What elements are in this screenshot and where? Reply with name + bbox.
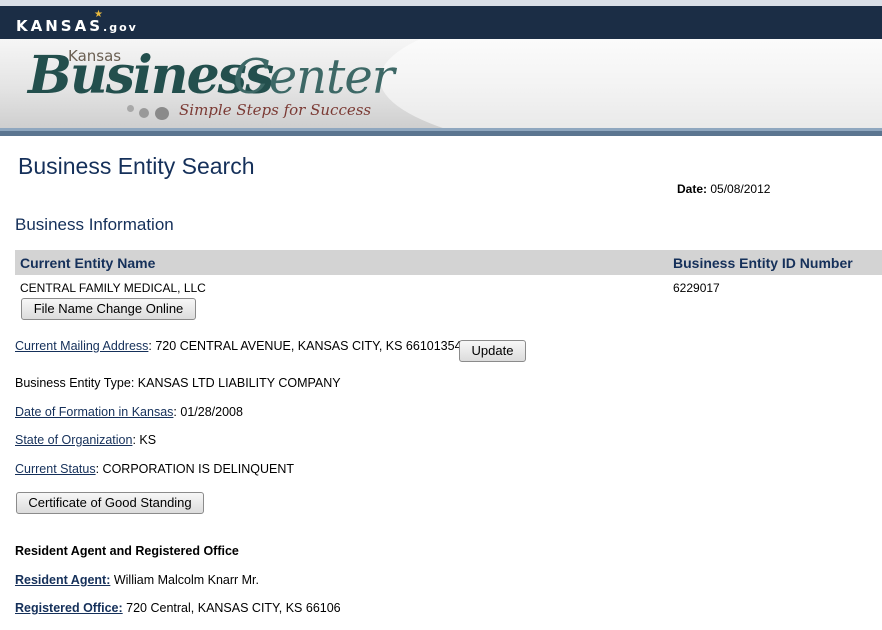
page-title: Business Entity Search: [18, 153, 255, 179]
decorative-dot: [155, 107, 169, 120]
state-of-organization-link[interactable]: State of Organization: [15, 433, 132, 447]
formation-date-value: 01/28/2008: [180, 405, 243, 419]
resident-agent-value: William Malcolm Knarr Mr.: [113, 573, 260, 587]
registered-office-link[interactable]: Registered Office:: [15, 601, 123, 615]
mailing-address-value: 720 CENTRAL AVENUE, KANSAS CITY, KS 6610…: [155, 339, 469, 353]
resident-agent-row: Resident Agent: William Malcolm Knarr Mr…: [15, 573, 259, 587]
separator: :: [95, 462, 103, 476]
banner-bottom-bar: [0, 128, 882, 136]
registered-office-row: Registered Office: 720 Central, KANSAS C…: [15, 601, 341, 615]
mailing-address-row: Current Mailing Address: 720 CENTRAL AVE…: [15, 339, 468, 353]
column-header-entity-id: Business Entity ID Number: [673, 255, 853, 271]
kansas-gov-logo[interactable]: KANSAS.gov ★: [16, 9, 138, 35]
current-status-link[interactable]: Current Status: [15, 462, 96, 476]
date-label: Date:: [677, 182, 708, 196]
banner-center: Center: [233, 49, 395, 105]
logo-text: KANSAS: [16, 17, 104, 35]
column-header-entity-name: Current Entity Name: [20, 255, 156, 271]
entity-type-row: Business Entity Type: KANSAS LTD LIABILI…: [15, 376, 341, 390]
separator: :: [130, 376, 138, 390]
agent-section-title: Resident Agent and Registered Office: [15, 544, 239, 558]
kansas-gov-bar: KANSAS.gov ★: [0, 6, 882, 39]
certificate-good-standing-button[interactable]: Certificate of Good Standing: [16, 492, 204, 514]
entity-type-value: KANSAS LTD LIABILITY COMPANY: [137, 376, 341, 390]
section-title: Business Information: [15, 215, 174, 234]
file-name-change-button[interactable]: File Name Change Online: [21, 298, 196, 320]
report-date: Date: 05/08/2012: [677, 182, 770, 196]
entity-type-label: Business Entity Type: [15, 376, 131, 390]
table-header: Current Entity Name Business Entity ID N…: [15, 250, 882, 275]
registered-office-value: 720 Central, KANSAS CITY, KS 66106: [126, 601, 341, 615]
formation-date-row: Date of Formation in Kansas: 01/28/2008: [15, 405, 243, 419]
resident-agent-link[interactable]: Resident Agent:: [15, 573, 110, 587]
state-value: KS: [139, 433, 157, 447]
status-row: Current Status: CORPORATION IS DELINQUEN…: [15, 462, 294, 476]
star-icon: ★: [94, 9, 103, 20]
banner-tagline: Simple Steps for Success: [179, 101, 372, 119]
update-address-button[interactable]: Update: [459, 340, 526, 362]
banner-swoosh: [380, 39, 882, 128]
status-value: CORPORATION IS DELINQUENT: [102, 462, 295, 476]
date-value: 05/08/2012: [710, 182, 771, 196]
decorative-dot: [127, 105, 134, 112]
logo-suffix: .gov: [103, 21, 138, 34]
entity-name: CENTRAL FAMILY MEDICAL, LLC: [20, 281, 206, 295]
formation-date-link[interactable]: Date of Formation in Kansas: [15, 405, 173, 419]
state-row: State of Organization: KS: [15, 433, 156, 447]
mailing-address-link[interactable]: Current Mailing Address: [15, 339, 148, 353]
entity-id: 6229017: [673, 281, 720, 295]
business-center-banner: Kansas Business Center Simple Steps for …: [0, 39, 882, 128]
decorative-dot: [139, 108, 149, 118]
